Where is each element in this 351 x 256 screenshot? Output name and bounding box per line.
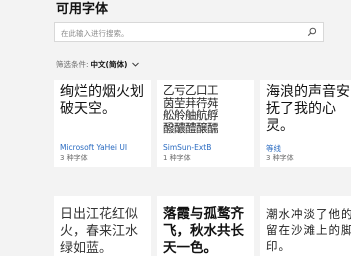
font-name: Microsoft YaHei UI: [60, 143, 128, 152]
chevron-down-icon[interactable]: [131, 60, 140, 69]
font-preview: 日出江花红似火，春来江水绿如蓝。: [60, 207, 139, 256]
font-preview: 落霞与孤鹜齐飞，秋水共长天一色。: [163, 206, 244, 256]
font-preview: 乙亏乙口工 茵茔荓荇荈 舩舲舳航艀 醱醲醴醸醹: [163, 83, 219, 135]
filter-label: 筛选条件:: [56, 59, 89, 69]
font-card[interactable]: 日出江花红似火，春来江水绿如蓝。: [54, 196, 151, 256]
font-count: 3 种字体: [60, 154, 88, 162]
font-card[interactable]: 落霞与孤鹜齐飞，秋水共长天一色。: [157, 196, 254, 256]
font-card-simsun-extb[interactable]: 乙亏乙口工 茵茔荓荇荈 舩舲舳航艀 醱醲醴醸醹 SimSun-ExtB 1 种字…: [157, 80, 254, 167]
search-icon[interactable]: [307, 27, 317, 37]
font-count: 1 种字体: [163, 154, 191, 162]
font-preview: 海浪的声音安抚了我的心灵。: [266, 84, 350, 134]
filter-value[interactable]: 中文(简体): [91, 59, 128, 70]
font-card-dengxian[interactable]: 海浪的声音安抚了我的心灵。 等线 3 种字体: [260, 80, 351, 167]
search-input[interactable]: [61, 26, 301, 40]
font-preview: 潮水冲淡了他的留在沙滩上的脚印。: [266, 207, 351, 253]
font-card[interactable]: 潮水冲淡了他的留在沙滩上的脚印。: [260, 196, 351, 256]
font-name: SimSun-ExtB: [163, 143, 212, 152]
font-count: 3 种字体: [266, 154, 294, 162]
page-title: 可用字体: [56, 2, 109, 17]
language-filter[interactable]: 筛选条件: 中文(简体): [56, 58, 140, 70]
font-preview: 绚烂的烟火划破天空。: [60, 84, 144, 117]
search-box[interactable]: [54, 22, 324, 42]
font-card-microsoft-yahei-ui[interactable]: 绚烂的烟火划破天空。 Microsoft YaHei UI 3 种字体: [54, 80, 151, 167]
